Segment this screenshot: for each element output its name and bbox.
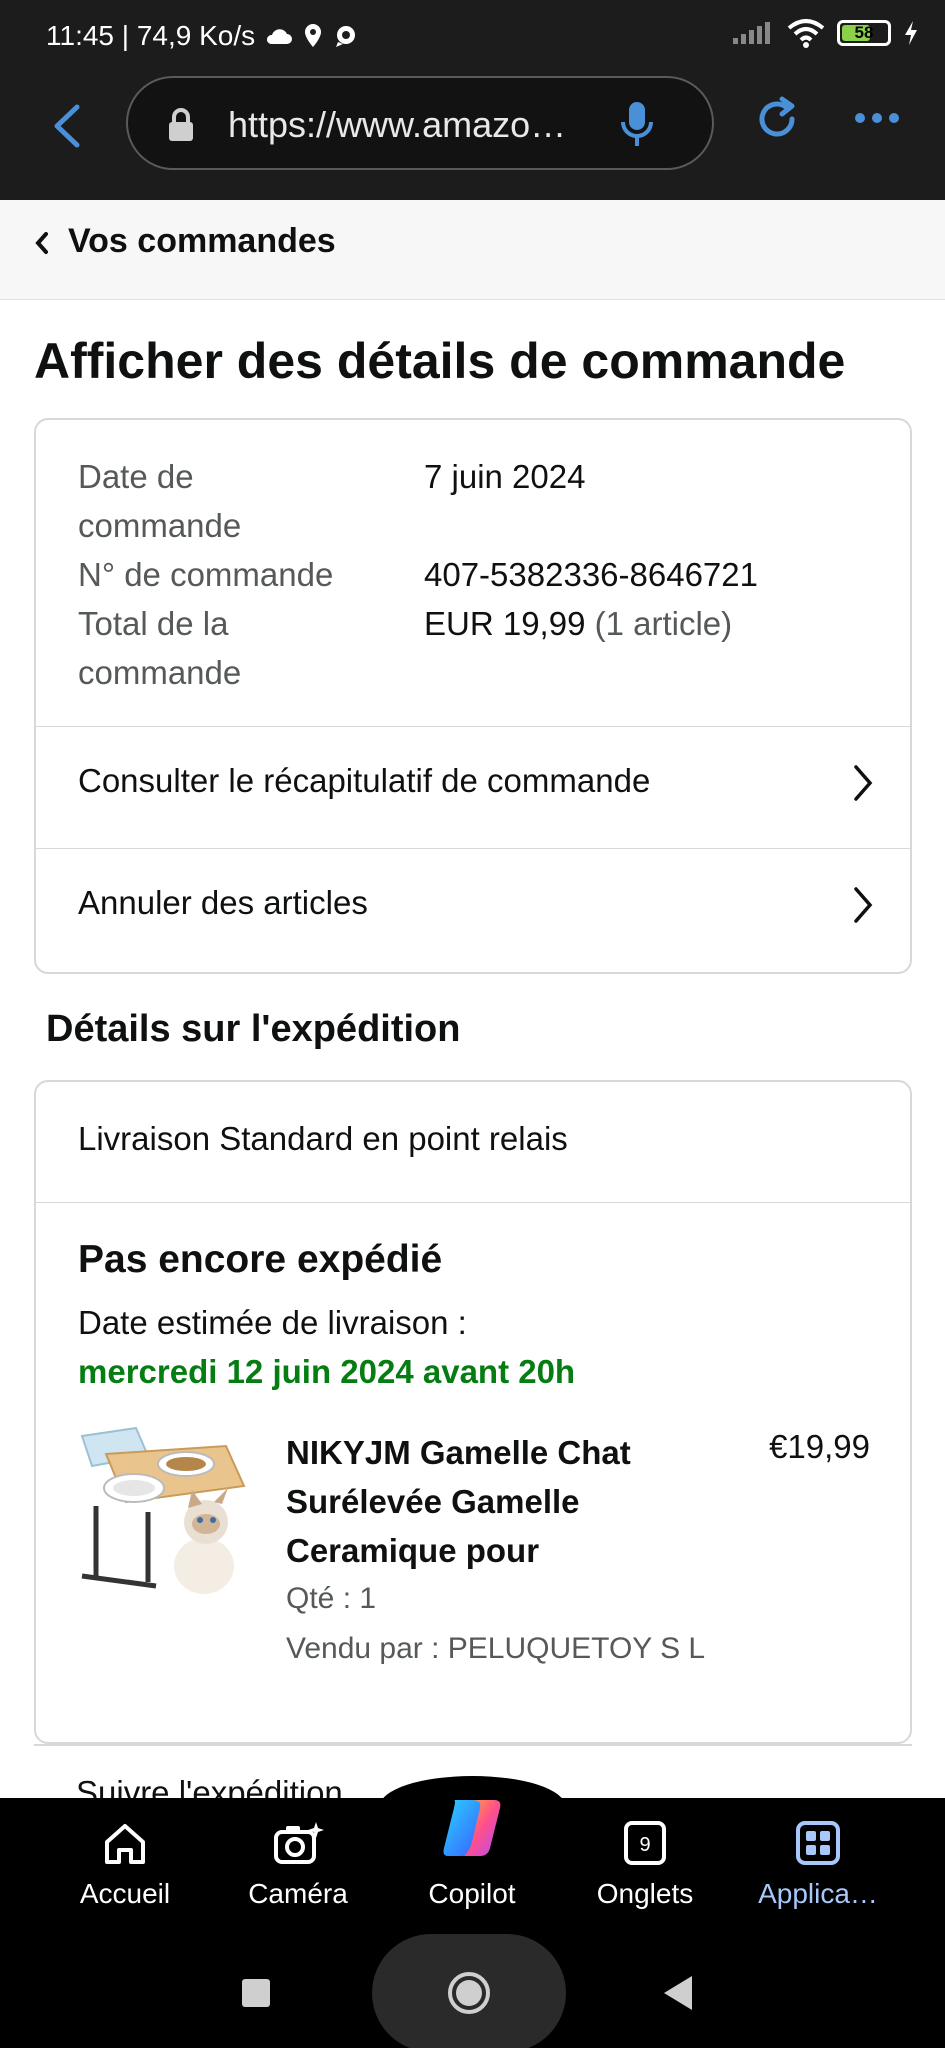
shipping-method: Livraison Standard en point relais (78, 1120, 568, 1157)
microphone-icon[interactable] (620, 100, 654, 150)
chevron-left-icon (35, 232, 48, 254)
product-seller: Vendu par : PELUQUETOY S L (286, 1632, 706, 1665)
home-icon (105, 1824, 145, 1864)
product-image[interactable] (76, 1426, 248, 1598)
toolbar-home-button[interactable]: Accueil (39, 1798, 211, 1928)
recents-button[interactable] (242, 1979, 270, 2007)
product-title-link[interactable]: NIKYJM Gamelle Chat Surélevée Gamelle Ce… (286, 1428, 686, 1575)
order-date-label: Date de (78, 458, 194, 495)
track-shipment-label[interactable]: Suivre l'expédition (76, 1774, 343, 1800)
reload-icon[interactable] (752, 94, 802, 144)
chevron-right-icon (854, 887, 873, 923)
system-navigation-bar (0, 1924, 945, 2048)
browser-toolbar: https://www.amazo… (0, 66, 945, 200)
bottom-toolbar: Accueil Caméra Copilot 9 Onglets Applica… (0, 1776, 945, 2048)
lock-icon (169, 108, 193, 141)
tabs-icon: 9 (624, 1821, 666, 1865)
home-circle-icon (448, 1972, 490, 2014)
order-total-value: EUR 19,99 (1 article) (424, 605, 733, 642)
charging-icon (905, 21, 917, 45)
toolbar-camera-label[interactable]: Caméra (212, 1878, 384, 1910)
wifi-icon (787, 19, 825, 48)
shipment-status: Pas encore expédié (78, 1238, 443, 1281)
order-total-label: Total de la (78, 605, 229, 642)
camera-sparkle-icon (274, 1822, 324, 1864)
order-item-count: (1 article) (594, 605, 733, 642)
order-summary-card: Date de commande 7 juin 2024 N° de comman… (34, 418, 912, 974)
signal-icon (733, 22, 770, 44)
order-summary-link[interactable]: Consulter le récapitulatif de commande (36, 726, 910, 846)
apps-grid-icon (796, 1821, 840, 1865)
order-number-label: N° de commande (78, 556, 334, 593)
shipment-card: Livraison Standard en point relais Pas e… (34, 1080, 912, 1744)
toolbar-apps-button[interactable]: Applica… (732, 1798, 904, 1928)
address-bar[interactable]: https://www.amazo… (126, 76, 714, 170)
cloud-icon (267, 29, 293, 44)
shipping-section-title: Détails sur l'expédition (46, 1008, 461, 1050)
toolbar-tabs-label[interactable]: Onglets (559, 1878, 731, 1910)
chevron-left-icon (54, 104, 80, 148)
copilot-icon (443, 1800, 501, 1856)
back-to-orders-label[interactable]: Vos commandes (68, 222, 336, 261)
cancel-items-link-label[interactable]: Annuler des articles (78, 884, 368, 922)
order-date-value: 7 juin 2024 (424, 458, 586, 495)
home-system-button[interactable] (372, 1934, 566, 2048)
status-bar: 11:45 | 74,9 Ko/s 58 (0, 0, 945, 66)
toolbar-copilot-label[interactable]: Copilot (386, 1878, 558, 1910)
order-number-value: 407-5382336-8646721 (424, 556, 758, 593)
battery-icon: 58 (837, 20, 891, 46)
more-options-icon[interactable] (852, 110, 902, 126)
order-info: Date de commande 7 juin 2024 N° de comman… (78, 452, 758, 697)
delivery-estimate-date: mercredi 12 juin 2024 avant 20h (78, 1353, 576, 1390)
svg-text:9: 9 (639, 1834, 650, 1856)
page-title: Afficher des détails de commande (34, 333, 846, 389)
delivery-estimate-label: Date estimée de livraison : (78, 1304, 467, 1341)
toolbar-tabs-button[interactable]: 9 Onglets (559, 1798, 731, 1928)
product-price: €19,99 (769, 1428, 870, 1465)
order-summary-link-label[interactable]: Consulter le récapitulatif de commande (78, 762, 650, 800)
toolbar-copilot-button[interactable]: Copilot (386, 1798, 558, 1928)
status-time-speed: 11:45 | 74,9 Ko/s (46, 20, 256, 51)
url-text[interactable]: https://www.amazo… (228, 104, 566, 146)
toolbar-camera-button[interactable]: Caméra (212, 1798, 384, 1928)
cancel-items-link[interactable]: Annuler des articles (36, 848, 910, 968)
toolbar-apps-label[interactable]: Applica… (732, 1878, 904, 1910)
chat-bubble-icon (336, 26, 356, 47)
location-icon (305, 24, 322, 47)
product-quantity: Qté : 1 (286, 1582, 377, 1615)
back-triangle-button[interactable] (664, 1976, 692, 2010)
browser-back-button[interactable] (36, 96, 96, 156)
back-to-orders-link[interactable]: Vos commandes (0, 200, 945, 300)
chevron-right-icon (854, 765, 873, 801)
toolbar-home-label[interactable]: Accueil (39, 1878, 211, 1910)
